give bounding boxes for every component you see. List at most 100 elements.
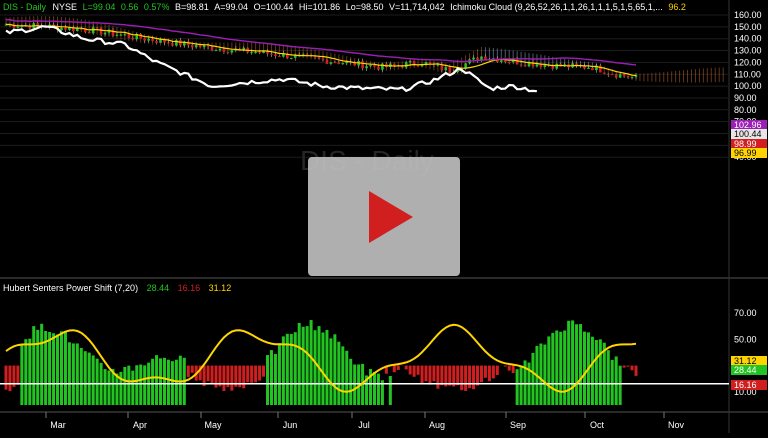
high-price: Hi=101.86 [299,2,340,12]
candle-body [318,57,321,58]
indicator-bar-green [543,345,546,405]
volume-label: V=11,714,042 [389,2,445,12]
indicator-bar-green [123,367,126,405]
indicator-bar-red [468,366,471,389]
indicator-bar-red [480,366,483,383]
indicator-bar-green [615,356,618,405]
indicator-bar-green [563,330,566,405]
indicator-bar-green [60,331,63,405]
candle-body [540,65,543,67]
indicator-bar-red [508,366,511,371]
candle-body [341,63,344,64]
indicator-bar-green [84,351,87,405]
candle-body [500,60,503,61]
candle-body [231,50,234,52]
candle-body [147,39,150,41]
indicator-bar-red [254,366,257,383]
indicator-bar-red [413,366,416,377]
symbol-label: DIS - Daily [3,2,46,12]
indicator-bar-red [631,366,634,371]
candle-body [607,74,610,75]
indicator-bar-red [191,366,194,373]
candle-body [587,68,590,69]
indicator-bar-green [72,343,75,405]
low-price: Lo=98.50 [346,2,384,12]
candle-body [591,68,594,70]
candle-body [270,54,273,55]
indicator-bar-green [119,372,122,405]
indicator-bar-green [337,342,340,405]
candle-body [167,43,170,44]
candle-body [472,58,475,60]
month-label: Oct [590,420,605,430]
month-label: Mar [50,420,66,430]
price-tick-label: 90.00 [734,93,757,103]
play-icon [369,191,413,243]
indicator-bar-green [64,331,67,405]
candle-body [155,41,158,43]
candle-body [116,35,119,36]
indicator-bar-green [591,337,594,405]
indicator-bar-green [163,358,166,405]
indicator-bar-red [432,366,435,382]
indicator-bar-green [151,359,154,405]
candle-body [365,66,368,68]
indicator-bar-green [547,336,550,405]
candle-body [429,62,432,63]
last-price: L=99.04 [83,2,116,12]
indicator-bar-red [496,366,499,375]
candle-body [227,52,230,53]
candle-body [120,35,123,36]
candle-body [191,45,194,47]
candle-body [128,34,131,37]
video-play-button[interactable] [308,157,460,276]
indicator-bar-red [405,366,408,370]
candle-body [219,49,222,50]
indicator-bar-green [619,366,622,405]
indicator-bar-red [222,366,225,391]
indicator-bar-green [373,372,376,405]
indicator-value-green: 28.44 [147,283,170,293]
indicator-bar-green [325,330,328,405]
candle-body [143,38,146,40]
candle-body [179,40,182,45]
candle-body [369,65,372,66]
candle-body [619,74,622,77]
candle-body [171,43,174,45]
indicator-bar-red [258,366,261,381]
indicator-bar-green [96,359,99,405]
indicator-bar-green [345,351,348,405]
indicator-bar-green [143,365,146,405]
indicator-bar-green [595,340,598,405]
indicator-bar-green [353,364,356,405]
month-label: Jul [358,420,370,430]
price-tick-label: 110.00 [734,69,761,79]
indicator-bar-red [187,366,190,377]
candle-body [361,61,364,68]
indicator-bar-green [139,365,142,405]
indicator-bar-green [567,321,570,405]
candle-body [377,67,380,70]
price-badge-label: 100.44 [734,129,762,139]
indicator-bar-red [203,366,206,387]
indicator-bar-green [36,330,39,405]
indicator-bar-green [68,342,71,405]
indicator-tick-label: 70.00 [734,308,757,318]
indicator-bar-green [571,320,574,405]
month-label: Nov [668,420,685,430]
candle-body [615,74,618,77]
indicator-bar-green [333,334,336,405]
indicator-bar-red [5,366,8,390]
candle-body [611,74,614,75]
indicator-bar-green [377,374,380,405]
indicator-bar-green [306,326,309,405]
candle-body [322,59,325,60]
indicator-bar-red [8,366,11,392]
bid-price: B=98.81 [175,2,209,12]
indicator-bar-green [611,360,614,405]
indicator-bar-green [341,346,344,405]
indicator-bar-green [349,359,352,405]
candle-body [338,62,341,63]
month-label: Jun [283,420,298,430]
ask-price: A=99.04 [214,2,248,12]
